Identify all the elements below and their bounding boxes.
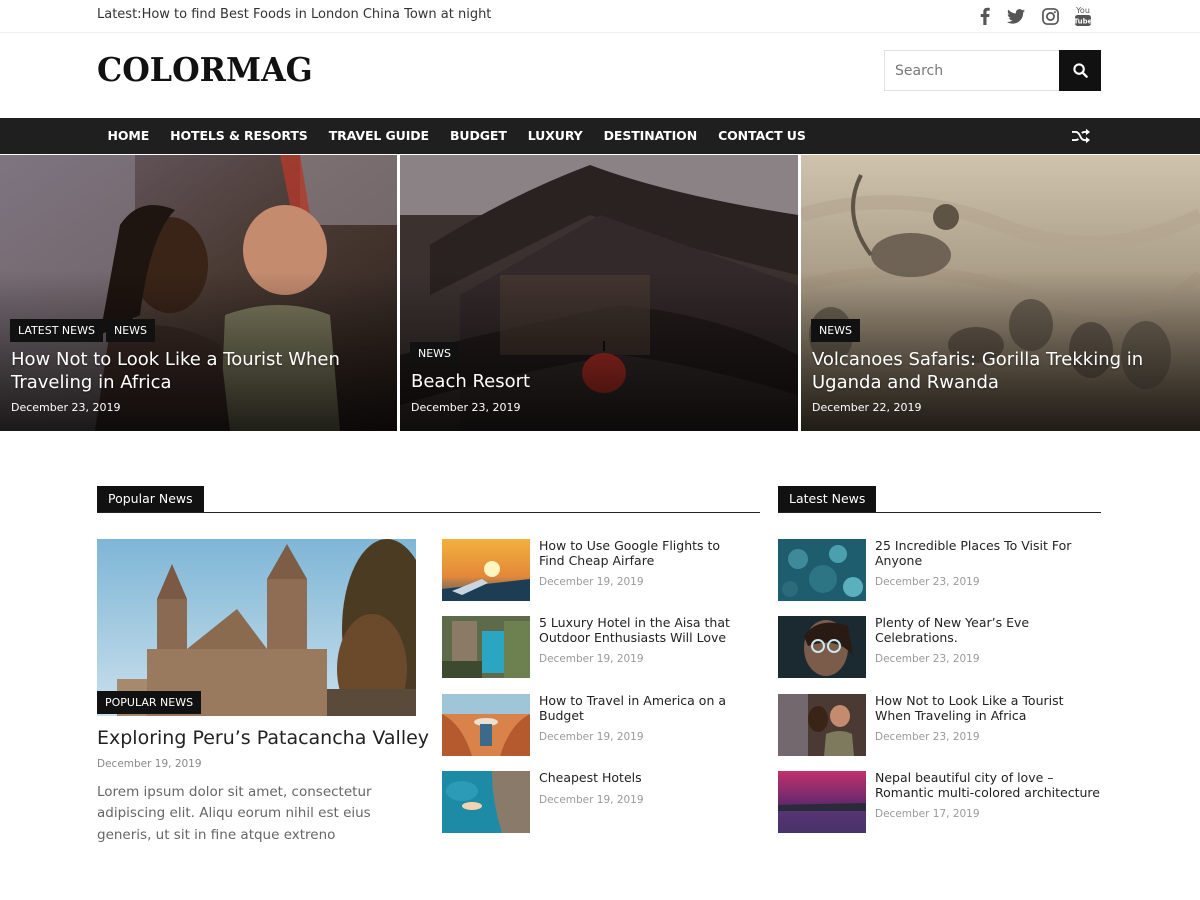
article-title[interactable]: 25 Incredible Places To Visit For Anyone <box>875 538 1095 568</box>
thumbnail-tourist-africa[interactable] <box>778 694 866 756</box>
search-input[interactable] <box>884 50 1060 91</box>
hero-date[interactable]: December 22, 2019 <box>812 401 922 414</box>
instagram-icon[interactable] <box>1038 4 1062 28</box>
nav-item-luxury[interactable]: LUXURY <box>517 118 593 154</box>
article-title[interactable]: Plenty of New Year’s Eve Celebrations. <box>875 615 1095 645</box>
thumbnail-new-years-eve[interactable] <box>778 616 866 678</box>
nav-item-contact-us[interactable]: CONTACT US <box>708 118 817 154</box>
svg-text:Tube: Tube <box>1074 18 1092 26</box>
category-badge[interactable]: NEWS <box>811 319 861 342</box>
thumbnail-nepal[interactable] <box>778 771 866 833</box>
article-title[interactable]: 5 Luxury Hotel in the Aisa that Outdoor … <box>539 615 749 645</box>
latest-ticker[interactable]: Latest:How to find Best Foods in London … <box>97 7 491 22</box>
category-badge[interactable]: NEWS <box>410 342 460 365</box>
article-title[interactable]: How to Travel in America on a Budget <box>539 693 749 723</box>
hero-title[interactable]: How Not to Look Like a Tourist When Trav… <box>11 349 377 394</box>
nav-item-hotels-resorts[interactable]: HOTELS & RESORTS <box>160 118 319 154</box>
hero-title[interactable]: Volcanoes Safaris: Gorilla Trekking in U… <box>812 349 1180 394</box>
nav-item-destination[interactable]: DESTINATION <box>593 118 707 154</box>
shuffle-icon[interactable] <box>1069 124 1093 148</box>
latest-headline-link[interactable]: How to find Best Foods in London China T… <box>142 7 492 22</box>
twitter-icon[interactable] <box>1004 4 1028 28</box>
article-date[interactable]: December 19, 2019 <box>539 576 644 588</box>
hero-badges: LATEST NEWS NEWS <box>10 319 158 342</box>
facebook-icon[interactable] <box>973 4 997 28</box>
article-date[interactable]: December 19, 2019 <box>539 731 644 743</box>
hero-date[interactable]: December 23, 2019 <box>11 401 121 414</box>
article-date[interactable]: December 23, 2019 <box>875 731 980 743</box>
hero-date[interactable]: December 23, 2019 <box>411 401 521 414</box>
thumbnail-travel-america[interactable] <box>442 694 530 756</box>
thumbnail-luxury-hotel[interactable] <box>442 616 530 678</box>
latest-news-heading: Latest News <box>778 486 1101 513</box>
youtube-icon[interactable]: You Tube <box>1071 4 1095 28</box>
article-date[interactable]: December 23, 2019 <box>875 576 980 588</box>
main-navigation: HOME HOTELS & RESORTS TRAVEL GUIDE BUDGE… <box>0 118 1200 154</box>
latest-label: Latest: <box>97 7 142 22</box>
section-title: Popular News <box>97 486 204 512</box>
thumbnail-cheapest-hotels[interactable] <box>442 771 530 833</box>
article-title[interactable]: How to Use Google Flights to Find Cheap … <box>539 538 749 568</box>
article-title[interactable]: Cheapest Hotels <box>539 770 749 786</box>
hero-badges: NEWS <box>410 342 462 365</box>
category-badge[interactable]: LATEST NEWS <box>10 319 103 342</box>
featured-badge-wrap: POPULAR NEWS <box>97 691 204 714</box>
featured-date[interactable]: December 19, 2019 <box>97 758 202 770</box>
nav-item-travel-guide[interactable]: TRAVEL GUIDE <box>318 118 439 154</box>
hero-card[interactable]: NEWS Beach Resort December 23, 2019 <box>400 155 798 431</box>
svg-text:You: You <box>1075 6 1090 15</box>
article-title[interactable]: Nepal beautiful city of love – Romantic … <box>875 770 1100 800</box>
site-logo[interactable]: COLORMAG <box>97 50 313 89</box>
nav-item-home[interactable]: HOME <box>97 118 160 154</box>
popular-news-heading: Popular News <box>97 486 760 513</box>
category-badge[interactable]: POPULAR NEWS <box>97 691 202 714</box>
article-date[interactable]: December 19, 2019 <box>539 794 644 806</box>
search-button[interactable] <box>1059 50 1101 91</box>
section-title: Latest News <box>778 486 877 512</box>
hero-card[interactable]: LATEST NEWS NEWS How Not to Look Like a T… <box>0 155 397 431</box>
hero-badges: NEWS <box>811 319 863 342</box>
nav-menu: HOME HOTELS & RESORTS TRAVEL GUIDE BUDGE… <box>97 118 816 154</box>
article-date[interactable]: December 19, 2019 <box>539 653 644 665</box>
nav-item-budget[interactable]: BUDGET <box>439 118 517 154</box>
thumbnail-flights[interactable] <box>442 539 530 601</box>
featured-title[interactable]: Exploring Peru’s Patacancha Valley <box>97 727 429 749</box>
top-bar: Latest:How to find Best Foods in London … <box>0 0 1200 33</box>
search-icon <box>1072 63 1088 78</box>
featured-excerpt: Lorem ipsum dolor sit amet, consectetur … <box>97 784 372 843</box>
featured-image-peru[interactable] <box>97 539 416 716</box>
thumbnail-incredible-places[interactable] <box>778 539 866 601</box>
hero-title[interactable]: Beach Resort <box>411 371 778 394</box>
article-date[interactable]: December 23, 2019 <box>875 653 980 665</box>
hero-card[interactable]: NEWS Volcanoes Safaris: Gorilla Trekking… <box>801 155 1200 431</box>
article-title[interactable]: How Not to Look Like a Tourist When Trav… <box>875 693 1100 723</box>
category-badge[interactable]: NEWS <box>105 319 156 342</box>
article-date[interactable]: December 17, 2019 <box>875 808 980 820</box>
